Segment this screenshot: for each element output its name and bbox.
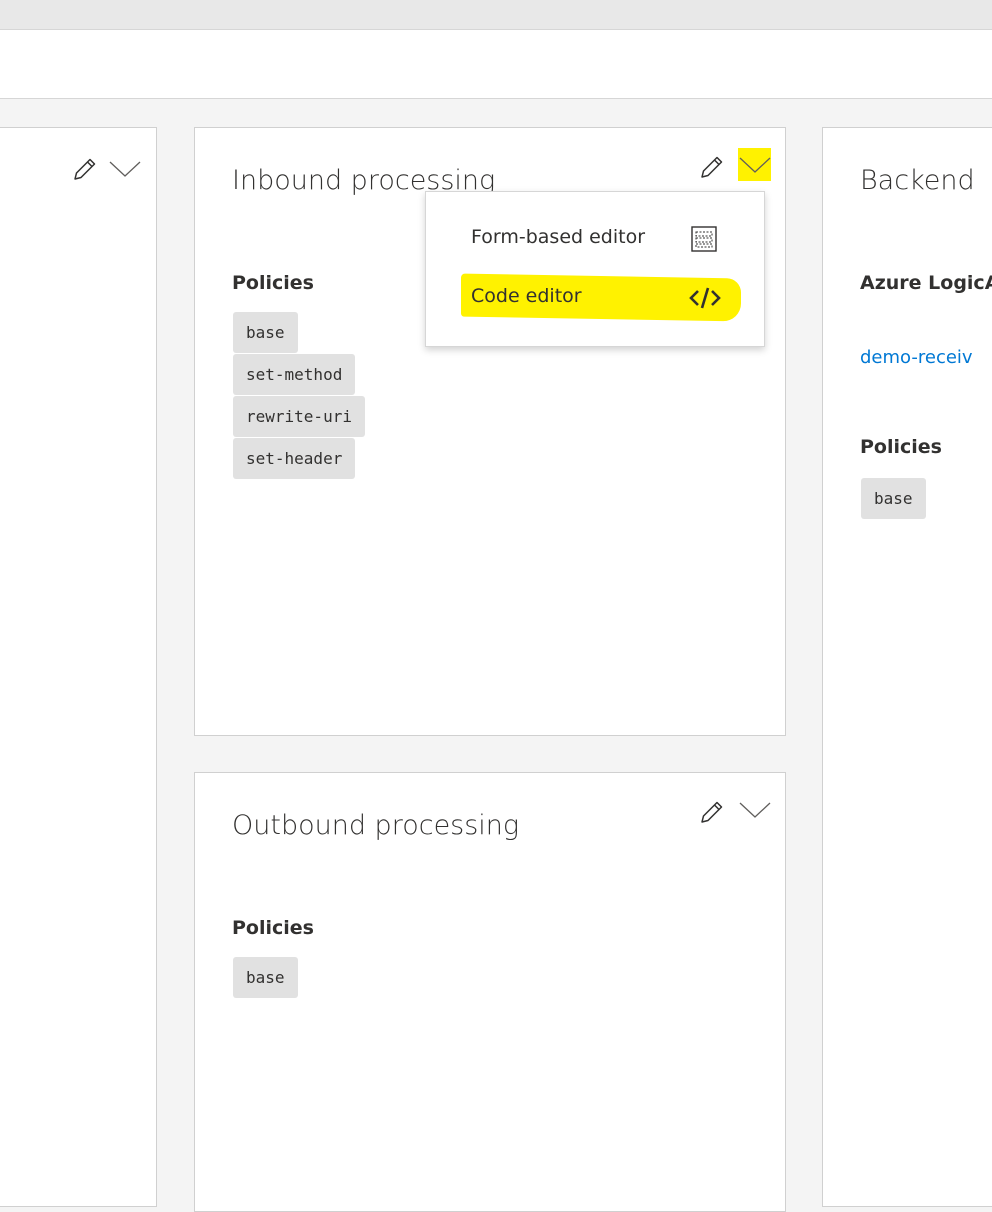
- policy-list: base set-method rewrite-uri set-header: [233, 312, 365, 479]
- outbound-processing-panel: Outbound processing Policies base: [194, 772, 786, 1212]
- outbound-title: Outbound processing: [232, 810, 520, 841]
- policy-list: base: [233, 957, 298, 998]
- menu-item-form-editor[interactable]: Form-based editor: [426, 219, 764, 259]
- backend-service-link[interactable]: demo-receiv: [860, 347, 973, 368]
- backend-title: Backend: [860, 165, 975, 196]
- chevron-down-icon[interactable]: [738, 153, 772, 175]
- policies-label: Policies: [860, 436, 942, 458]
- toolbar-area: [0, 30, 992, 99]
- editor-menu: Form-based editor Code editor: [425, 191, 765, 347]
- policy-chip[interactable]: set-method: [233, 354, 356, 395]
- edit-icon[interactable]: [698, 153, 726, 181]
- policy-chip[interactable]: base: [861, 478, 926, 519]
- backend-panel: Backend Azure LogicA demo-receiv Policie…: [822, 127, 992, 1207]
- policies-label: Policies: [232, 272, 314, 294]
- policy-chip[interactable]: rewrite-uri: [233, 396, 365, 437]
- edit-icon[interactable]: [698, 798, 726, 826]
- policies-label: Policies: [232, 917, 314, 939]
- chevron-down-icon[interactable]: [738, 798, 772, 820]
- top-bar: [0, 0, 992, 30]
- policy-list: base: [861, 478, 926, 519]
- menu-item-label: Code editor: [471, 285, 582, 307]
- edit-icon[interactable]: [71, 155, 99, 183]
- frontend-panel: [0, 127, 157, 1207]
- policy-chip[interactable]: base: [233, 957, 298, 998]
- policy-chip[interactable]: base: [233, 312, 298, 353]
- menu-item-label: Form-based editor: [471, 226, 646, 248]
- backend-service-label: Azure LogicA: [860, 272, 992, 294]
- policy-chip[interactable]: set-header: [233, 438, 356, 479]
- menu-item-code-editor[interactable]: Code editor: [426, 277, 764, 317]
- code-icon: [689, 287, 721, 309]
- form-editor-icon: [691, 226, 717, 252]
- chevron-down-icon[interactable]: [108, 157, 142, 179]
